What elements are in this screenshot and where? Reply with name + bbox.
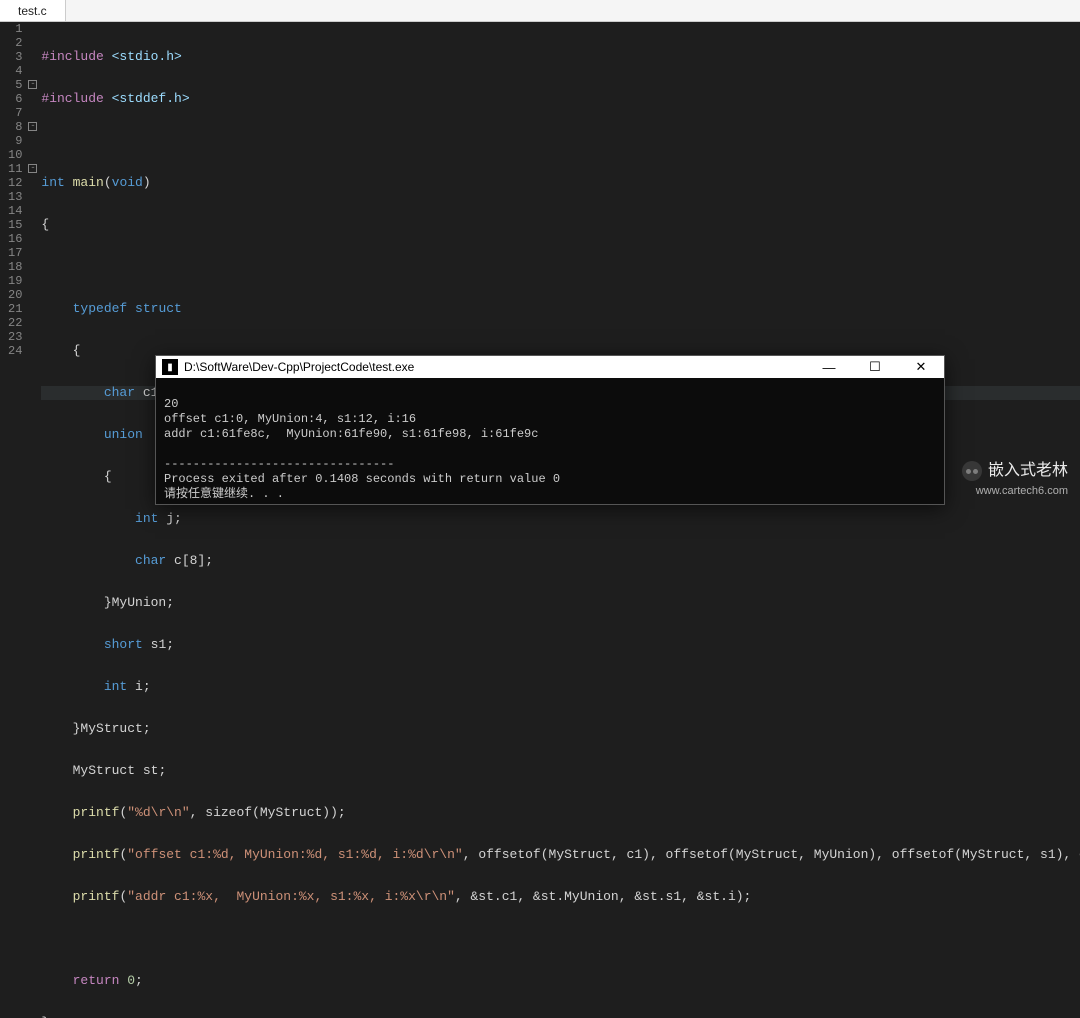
code-token: char bbox=[135, 553, 166, 568]
code-token: c[8]; bbox=[166, 553, 213, 568]
code-token: #include bbox=[41, 91, 103, 106]
code-token: 0 bbox=[119, 973, 135, 988]
code-token: { bbox=[104, 469, 112, 484]
code-token: main bbox=[65, 175, 104, 190]
tab-file-label: test.c bbox=[18, 4, 47, 18]
close-button[interactable]: ✕ bbox=[898, 356, 944, 378]
code-token: }MyStruct; bbox=[73, 721, 151, 736]
code-token: struct bbox=[127, 301, 182, 316]
code-token: i; bbox=[127, 679, 150, 694]
watermark-url: www.cartech6.com bbox=[976, 485, 1068, 497]
line-number-gutter: 1 2 3 4 5 6 7 8 9 10 11 12 13 14 15 16 1… bbox=[0, 22, 28, 509]
code-line bbox=[41, 134, 1080, 148]
code-token: printf bbox=[73, 889, 120, 904]
code-token: , sizeof(MyStruct)); bbox=[190, 805, 346, 820]
code-token: int bbox=[41, 175, 64, 190]
code-token: , offsetof(MyStruct, c1), offsetof(MyStr… bbox=[463, 847, 1080, 862]
tab-file[interactable]: test.c bbox=[0, 0, 66, 21]
code-line bbox=[41, 260, 1080, 274]
code-token: ) bbox=[143, 175, 151, 190]
code-token: printf bbox=[73, 847, 120, 862]
code-token: ( bbox=[104, 175, 112, 190]
code-token: void bbox=[112, 175, 143, 190]
code-token: printf bbox=[73, 805, 120, 820]
code-token: "addr c1:%x, MyUnion:%x, s1:%x, i:%x\r\n… bbox=[127, 889, 455, 904]
fold-toggle-icon[interactable]: - bbox=[28, 122, 37, 131]
fold-gutter: - - - bbox=[28, 22, 37, 509]
console-line: addr c1:61fe8c, MyUnion:61fe90, s1:61fe9… bbox=[164, 427, 538, 441]
minimize-button[interactable]: — bbox=[806, 356, 852, 378]
console-output: 20 offset c1:0, MyUnion:4, s1:12, i:16 a… bbox=[156, 378, 944, 521]
console-titlebar[interactable]: ▮ D:\SoftWare\Dev-Cpp\ProjectCode\test.e… bbox=[156, 356, 944, 378]
maximize-button[interactable]: ☐ bbox=[852, 356, 898, 378]
code-token: typedef bbox=[73, 301, 128, 316]
code-line: } bbox=[41, 1016, 1080, 1018]
code-token: <stdio.h> bbox=[104, 49, 182, 64]
console-app-icon: ▮ bbox=[162, 359, 178, 375]
console-title-text: D:\SoftWare\Dev-Cpp\ProjectCode\test.exe bbox=[184, 360, 806, 374]
code-token: "%d\r\n" bbox=[127, 805, 189, 820]
console-window[interactable]: ▮ D:\SoftWare\Dev-Cpp\ProjectCode\test.e… bbox=[155, 355, 945, 505]
code-token: char bbox=[104, 385, 135, 400]
code-token: int bbox=[135, 511, 158, 526]
code-token: return bbox=[73, 973, 120, 988]
tab-bar: test.c bbox=[0, 0, 1080, 22]
code-token: short bbox=[104, 637, 143, 652]
watermark-text: 嵌入式老林 bbox=[988, 462, 1068, 479]
code-token: s1; bbox=[143, 637, 174, 652]
code-token: "offset c1:%d, MyUnion:%d, s1:%d, i:%d\r… bbox=[127, 847, 462, 862]
code-token: int bbox=[104, 679, 127, 694]
wechat-icon bbox=[962, 461, 982, 481]
console-line: offset c1:0, MyUnion:4, s1:12, i:16 bbox=[164, 412, 416, 426]
fold-toggle-icon[interactable]: - bbox=[28, 164, 37, 173]
code-token: }MyUnion; bbox=[104, 595, 174, 610]
console-line: -------------------------------- bbox=[164, 457, 394, 471]
code-line: { bbox=[41, 218, 1080, 232]
code-token: , &st.c1, &st.MyUnion, &st.s1, &st.i); bbox=[455, 889, 751, 904]
code-token: MyStruct st; bbox=[73, 763, 167, 778]
console-line: Process exited after 0.1408 seconds with… bbox=[164, 472, 560, 486]
code-token: #include bbox=[41, 49, 103, 64]
console-line: 20 bbox=[164, 397, 178, 411]
console-line: 请按任意键继续. . . bbox=[164, 487, 284, 501]
code-line bbox=[41, 932, 1080, 946]
code-token: <stddef.h> bbox=[104, 91, 190, 106]
watermark: 嵌入式老林 www.cartech6.com bbox=[962, 456, 1068, 499]
code-token: { bbox=[73, 343, 81, 358]
code-token: union bbox=[104, 427, 143, 442]
fold-toggle-icon[interactable]: - bbox=[28, 80, 37, 89]
